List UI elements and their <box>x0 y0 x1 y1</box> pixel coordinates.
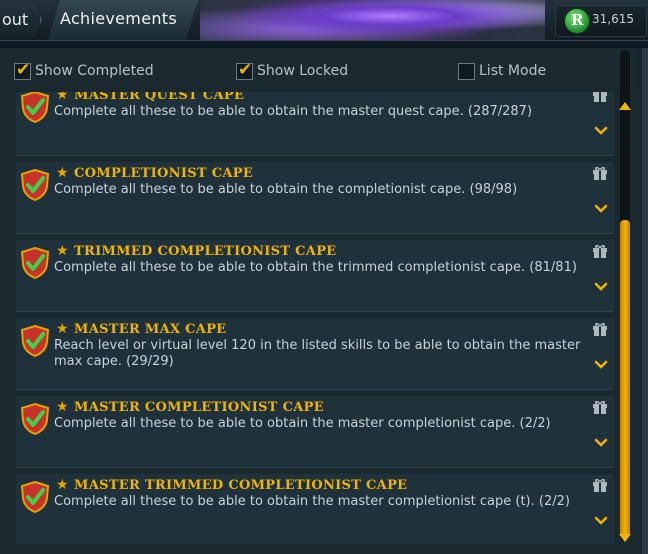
achievements-panel: Show Completed Show Locked List Mode ★ M… <box>0 48 648 554</box>
achievement-row[interactable]: ★ MASTER MAX CAPE Reach level or virtual… <box>16 318 614 390</box>
runecoin-icon: R <box>564 8 590 34</box>
show-locked-checkbox[interactable] <box>236 60 253 80</box>
achievement-title: MASTER COMPLETIONIST CAPE <box>74 400 324 415</box>
scroll-down-icon[interactable] <box>617 530 633 546</box>
completed-badge-icon <box>20 324 50 358</box>
reward-gift-icon[interactable] <box>592 243 608 259</box>
achievement-row[interactable]: ★ MASTER QUEST CAPE Complete all these t… <box>16 92 614 156</box>
reward-gift-icon[interactable] <box>592 321 608 337</box>
list-mode-checkbox[interactable] <box>458 62 475 80</box>
reward-gift-icon[interactable] <box>592 399 608 415</box>
star-icon: ★ <box>56 477 69 493</box>
completed-badge-icon <box>20 92 50 124</box>
chevron-down-icon[interactable] <box>594 282 608 292</box>
show-locked-filter[interactable]: Show Locked <box>236 60 349 81</box>
chevron-down-icon[interactable] <box>594 360 608 370</box>
completed-badge-icon <box>20 246 50 280</box>
achievement-title: MASTER MAX CAPE <box>74 322 227 337</box>
panel-edge <box>642 48 648 554</box>
runecoin-balance[interactable]: R 31,615 <box>555 5 647 37</box>
completed-badge-icon <box>20 402 50 436</box>
show-completed-checkbox[interactable] <box>14 60 31 80</box>
tab-previous-label: out <box>2 10 29 29</box>
runecoin-symbol: R <box>571 11 584 29</box>
star-icon: ★ <box>56 243 69 259</box>
achievement-description: Complete all these to be able to obtain … <box>54 260 577 275</box>
star-icon: ★ <box>56 399 69 415</box>
show-locked-label: Show Locked <box>257 63 349 79</box>
achievement-description: Reach level or virtual level 120 in the … <box>54 338 581 369</box>
achievement-description: Complete all these to be able to obtain … <box>54 494 570 509</box>
scroll-up-icon[interactable] <box>617 98 633 114</box>
achievement-title: MASTER TRIMMED COMPLETIONIST CAPE <box>74 478 408 493</box>
runecoin-value: 31,615 <box>592 12 634 26</box>
star-icon: ★ <box>56 165 69 181</box>
tab-achievements[interactable]: Achievements <box>48 0 198 40</box>
achievement-description: Complete all these to be able to obtain … <box>54 416 551 431</box>
chevron-down-icon[interactable] <box>594 126 608 136</box>
completed-badge-icon <box>20 168 50 202</box>
show-completed-filter[interactable]: Show Completed <box>14 60 154 81</box>
star-icon: ★ <box>56 321 69 337</box>
top-tab-bar: out Achievements R 31,615 <box>0 0 648 41</box>
achievement-description: Complete all these to be able to obtain … <box>54 104 533 119</box>
completed-badge-icon <box>20 480 50 514</box>
chevron-down-icon[interactable] <box>594 204 608 214</box>
achievement-row[interactable]: ★ TRIMMED COMPLETIONIST CAPE Complete al… <box>16 240 614 312</box>
reward-gift-icon[interactable] <box>592 165 608 181</box>
header-banner-art <box>200 0 545 40</box>
list-mode-label: List Mode <box>479 63 547 79</box>
reward-gift-icon[interactable] <box>592 477 608 493</box>
achievement-row[interactable]: ★ MASTER COMPLETIONIST CAPE Complete all… <box>16 396 614 468</box>
tab-achievements-label: Achievements <box>60 9 177 28</box>
tab-previous[interactable]: out <box>0 2 42 38</box>
filter-bar: Show Completed Show Locked List Mode <box>0 48 636 88</box>
achievement-title: TRIMMED COMPLETIONIST CAPE <box>74 244 337 259</box>
chevron-down-icon[interactable] <box>594 438 608 448</box>
achievement-row[interactable]: ★ MASTER TRIMMED COMPLETIONIST CAPE Comp… <box>16 474 614 544</box>
achievement-title: COMPLETIONIST CAPE <box>74 166 254 181</box>
achievement-row[interactable]: ★ COMPLETIONIST CAPE Complete all these … <box>16 162 614 234</box>
reward-gift-icon[interactable] <box>592 92 608 103</box>
achievement-title: MASTER QUEST CAPE <box>74 92 245 103</box>
list-mode-filter[interactable]: List Mode <box>458 61 546 81</box>
star-icon: ★ <box>56 92 69 103</box>
scrollbar-thumb[interactable] <box>620 220 630 538</box>
achievement-description: Complete all these to be able to obtain … <box>54 182 518 197</box>
achievement-list[interactable]: ★ MASTER QUEST CAPE Complete all these t… <box>16 92 614 544</box>
show-completed-label: Show Completed <box>35 63 154 79</box>
chevron-down-icon[interactable] <box>594 516 608 526</box>
